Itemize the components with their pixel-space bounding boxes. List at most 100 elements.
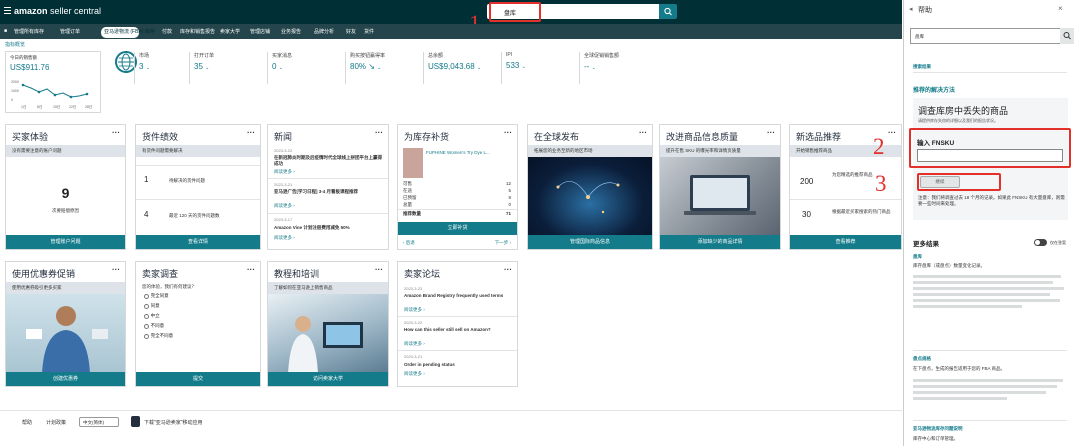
news-more-link[interactable]: 阅读更多 ›	[274, 169, 295, 175]
restock-label: 在途	[403, 188, 412, 193]
forum-more-link[interactable]: 阅读更多 ›	[404, 307, 425, 313]
manage-international-button[interactable]: 管理国际商品信息	[528, 235, 652, 249]
nav-item-4[interactable]: 库存和销售报告	[180, 28, 215, 35]
survey-option[interactable]: 不同意	[144, 323, 173, 333]
more-icon[interactable]: ···	[504, 128, 512, 137]
menu-icon[interactable]	[4, 7, 11, 15]
view-recommendations-button[interactable]: 查看推荐	[790, 235, 901, 249]
nav-item-2[interactable]: 亚马逊物流 (FBA) 库存	[104, 28, 155, 35]
recommend-text[interactable]: 根据最近买家搜索的热门商品	[832, 209, 900, 215]
close-icon[interactable]: ×	[1058, 4, 1063, 13]
next-link[interactable]: 下一步 ›	[495, 240, 511, 246]
more-icon[interactable]: ···	[639, 128, 647, 137]
more-icon[interactable]: ···	[247, 128, 255, 137]
help-result-title[interactable]: 亚马逊物流库存问题说明	[913, 426, 963, 432]
more-icon[interactable]: ···	[112, 128, 120, 137]
product-image[interactable]	[403, 148, 423, 178]
footer-app-link[interactable]: 下载"亚马逊卖家"移动应用	[144, 419, 203, 426]
visit-seller-university-button[interactable]: 访问卖家大学	[268, 372, 388, 386]
forum-more-link[interactable]: 阅读更多 ›	[404, 341, 425, 347]
more-icon[interactable]: ···	[247, 265, 255, 274]
prev-link[interactable]: ‹ 后退	[403, 240, 415, 246]
metric-buyer-messages[interactable]: 买家消息 0 ⌄	[267, 52, 337, 84]
news-title[interactable]: 在新冠肺炎时期及后疫情时代全球线上拼团平台上赢得成功	[274, 155, 384, 167]
nav-item-9[interactable]: 好友	[346, 28, 356, 35]
forum-title[interactable]: How can this seller still sell on Amazon…	[404, 327, 514, 333]
shipment-row-text[interactable]: 最近 120 天的货件问题数	[169, 213, 220, 219]
nav-item-3[interactable]: 付款	[162, 28, 172, 35]
metric-balance[interactable]: 总余额 US$9,043.68 ⌄	[423, 52, 501, 84]
filter-toggle[interactable]	[1034, 239, 1047, 246]
search-button[interactable]	[659, 4, 677, 19]
survey-option[interactable]: 中立	[144, 313, 173, 323]
nav-bookmark-icon[interactable]: ■	[4, 28, 7, 34]
news-more-link[interactable]: 阅读更多 ›	[274, 203, 295, 209]
metric-label: 市场	[139, 53, 150, 59]
manage-account-button[interactable]: 管理账户问题	[6, 235, 125, 249]
news-date: 2023-3-22	[274, 148, 293, 153]
sales-label: 今日的销售额	[10, 55, 37, 60]
recommended-subtitle: 请提供库存失窃的详细以及我们的报告状况。	[918, 118, 998, 123]
metric-buybox[interactable]: 购买按钮赢得率 80% ↘ ⌄	[345, 52, 417, 84]
more-icon[interactable]: ···	[375, 128, 383, 137]
forum-more-link[interactable]: 阅读更多 ›	[404, 371, 425, 377]
more-icon[interactable]: ···	[112, 265, 120, 274]
survey-option[interactable]: 同意	[144, 303, 173, 313]
help-result-title[interactable]: 盘点规格	[913, 356, 931, 362]
nav-item-6[interactable]: 管理店铺	[250, 28, 270, 35]
metric-ipi[interactable]: IPI 533 ⌄	[501, 52, 571, 84]
nav-item-10[interactable]: 货件	[364, 28, 374, 35]
create-coupon-button[interactable]: 创建优惠券	[6, 372, 125, 386]
metric-open-orders[interactable]: 打开订单 35 ⌄	[189, 52, 259, 84]
news-more-link[interactable]: 阅读更多 ›	[274, 235, 295, 241]
help-result-text: 库存盘库（或盘点）数量变化记录。	[913, 263, 985, 268]
forum-title[interactable]: Amazon Brand Registry frequently used te…	[404, 293, 514, 299]
more-icon[interactable]: ···	[375, 265, 383, 274]
metrics-title: 指标概览	[5, 42, 26, 48]
language-select[interactable]: 中文(简体)	[79, 417, 119, 427]
metric-label: 买家消息	[272, 53, 293, 59]
card-restock: 为库存补货 ··· FUPHINE Women's Try Dye L... 可…	[397, 124, 518, 250]
add-missing-details-button[interactable]: 添加缺少的商品详情	[660, 235, 780, 249]
more-icon[interactable]: ···	[767, 128, 775, 137]
training-image	[268, 294, 388, 374]
nav-item-8[interactable]: 品牌分析	[314, 28, 334, 35]
product-title[interactable]: FUPHINE Women's Try Dye L...	[426, 150, 514, 155]
back-arrow-icon[interactable]: ◂	[909, 5, 913, 13]
metric-value: 533 ⌄	[506, 61, 526, 70]
forum-title[interactable]: Order in pending status	[404, 362, 455, 367]
logo-product: seller central	[50, 6, 102, 16]
recommend-text[interactable]: 为您精选的推荐商品	[832, 172, 900, 178]
more-icon[interactable]: ···	[888, 128, 896, 137]
metric-promo-sales[interactable]: 全球促销销售额 -- ⌄	[579, 52, 659, 84]
card-global: 在全球发布 ··· 拓展您的业务至新的地区市场 管理国际商品信息	[527, 124, 653, 250]
nav-item-5[interactable]: 卖家大学	[220, 28, 240, 35]
help-search-input[interactable]: 盘库	[910, 28, 1068, 44]
survey-option[interactable]: 完全不同意	[144, 333, 173, 343]
view-details-button[interactable]: 查看详情	[136, 235, 260, 249]
buyer-count-label: 次要赔偿原因	[52, 208, 79, 213]
metric-value: 0 ⌄	[272, 62, 283, 71]
card-title: 在全球发布	[534, 132, 580, 142]
help-search-button[interactable]	[1060, 28, 1074, 44]
logo[interactable]: amazon seller central	[14, 6, 101, 16]
survey-option[interactable]: 完全同意	[144, 293, 173, 303]
help-result-title[interactable]: 盘库	[913, 254, 922, 260]
footer-policy-link[interactable]: 计划政策	[46, 419, 66, 426]
mobile-app-icon[interactable]	[131, 416, 140, 427]
survey-options: 完全同意 同意 中立 不同意 完全不同意	[144, 293, 173, 343]
sales-card[interactable]: 今日的销售额 US$911.76 2000 1000 0 1日 8日 15日 2…	[5, 51, 101, 113]
footer-help-link[interactable]: 帮助	[22, 419, 32, 426]
news-title[interactable]: 亚马逊广告[学习日程] 3-4 月看板课程推荐	[274, 189, 384, 195]
metric-marketplace[interactable]: 市场 3 ⌄	[134, 52, 184, 84]
nav-item-0[interactable]: 管理所有库存	[14, 28, 44, 35]
submit-survey-button[interactable]: 提交	[136, 372, 260, 386]
news-title[interactable]: Amazon Vine 计划注册费用减免 50%	[274, 225, 384, 231]
nav-item-1[interactable]: 管理订单	[60, 28, 80, 35]
recommended-label: 推荐的解决方法	[913, 88, 956, 94]
restock-now-button[interactable]: 立即补货	[398, 222, 517, 235]
nav-item-7[interactable]: 业务报告	[281, 28, 301, 35]
shipment-row-text[interactable]: 待解决的货件问题	[169, 178, 205, 184]
logo-brand: amazon	[14, 6, 48, 16]
more-icon[interactable]: ···	[504, 265, 512, 274]
